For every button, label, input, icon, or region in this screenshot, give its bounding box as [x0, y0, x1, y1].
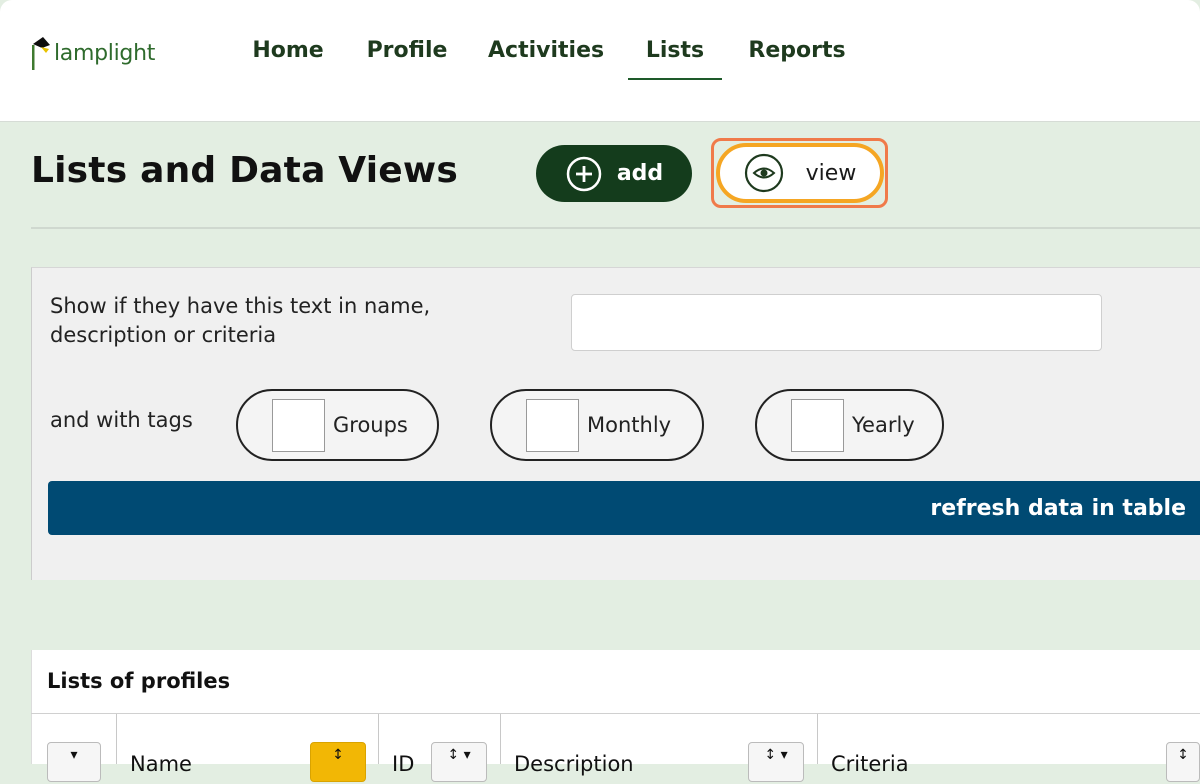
id-sort-control[interactable]: ↕ ▾: [431, 742, 487, 782]
lamplight-logo[interactable]: lamplight: [30, 30, 155, 70]
nav-home[interactable]: Home: [250, 30, 326, 78]
tag-yearly-label: Yearly: [852, 413, 915, 437]
column-header-criteria[interactable]: Criteria: [831, 744, 909, 784]
nav-profile[interactable]: Profile: [366, 30, 448, 78]
add-button-label: add: [616, 161, 664, 186]
tags-filter-label: and with tags: [50, 408, 193, 432]
nav-lists[interactable]: Lists: [628, 30, 722, 80]
column-header-description[interactable]: Description: [514, 744, 634, 784]
eye-icon: [744, 153, 783, 193]
tag-monthly-checkbox[interactable]: [526, 398, 579, 452]
nav-activities[interactable]: Activities: [488, 30, 604, 78]
tag-monthly[interactable]: Monthly: [490, 389, 704, 461]
column-header-id[interactable]: ID: [392, 744, 414, 784]
tag-yearly-checkbox[interactable]: [791, 398, 844, 452]
page-title: Lists and Data Views: [31, 150, 458, 191]
lamp-icon: [32, 37, 50, 70]
refresh-data-button[interactable]: refresh data in table: [48, 481, 1200, 535]
tag-groups-label: Groups: [333, 413, 408, 437]
tag-yearly[interactable]: Yearly: [755, 389, 944, 461]
header-divider: [31, 227, 1200, 229]
column-separator: [116, 714, 117, 764]
table-title: Lists of profiles: [47, 669, 231, 693]
view-button-label: view: [805, 160, 857, 186]
top-navigation-bar: lamplight Home Profile Activities Lists …: [0, 0, 1200, 122]
name-sort-control[interactable]: ↕: [310, 742, 366, 782]
column-separator: [378, 714, 379, 764]
tag-groups-checkbox[interactable]: [272, 398, 325, 452]
view-button[interactable]: view: [716, 143, 884, 203]
nav-reports[interactable]: Reports: [746, 30, 848, 78]
column-separator: [500, 714, 501, 764]
add-button[interactable]: add: [536, 145, 692, 202]
tag-groups[interactable]: Groups: [236, 389, 439, 461]
select-all-control[interactable]: ▾: [47, 742, 101, 782]
column-header-name[interactable]: Name: [130, 744, 192, 784]
description-sort-control[interactable]: ↕ ▾: [748, 742, 804, 782]
text-filter-label: Show if they have this text in name, des…: [50, 294, 431, 347]
column-separator: [817, 714, 818, 764]
table-title-rule: [31, 713, 1200, 714]
tag-monthly-label: Monthly: [587, 413, 672, 437]
text-filter-input[interactable]: [571, 294, 1102, 351]
brand-name: lamplight: [54, 41, 156, 66]
plus-circle-icon: [566, 156, 602, 191]
criteria-sort-control[interactable]: ↕: [1166, 742, 1200, 782]
